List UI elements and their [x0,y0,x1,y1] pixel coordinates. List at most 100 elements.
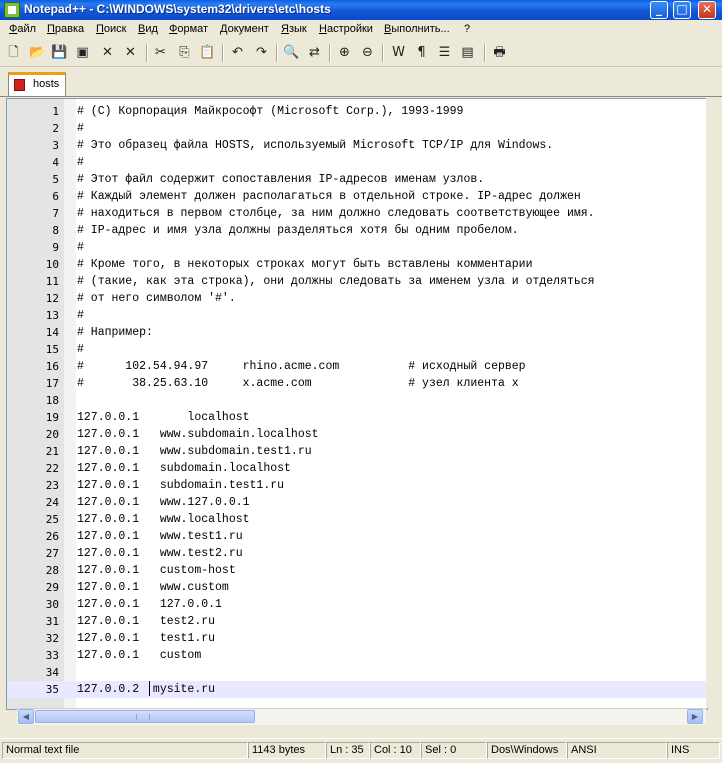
editor-line[interactable]: 12 # от него символом '#'. [7,290,707,307]
find-icon[interactable]: 🔍 [283,44,300,61]
line-text[interactable]: 127.0.0.2 mysite.ru [77,681,215,698]
print-icon[interactable]: 🖶 [491,44,508,61]
line-text[interactable]: # [77,154,84,171]
line-text[interactable]: 127.0.0.1 www.test1.ru [77,528,243,545]
replace-icon[interactable]: ⇄ [306,44,323,61]
editor-line[interactable]: 3 # Это образец файла HOSTS, используемый… [7,137,707,154]
line-text[interactable]: # Это образец файла HOSTS, используемый … [77,137,553,154]
line-text[interactable]: # [77,120,84,137]
open-file-icon[interactable]: 📂 [29,44,46,61]
editor-line[interactable]: 19 127.0.0.1 localhost [7,409,707,426]
editor-line[interactable]: 8 # IP-адрес и имя узла должны разделятьс… [7,222,707,239]
menu-view[interactable]: Вид [138,23,158,35]
horizontal-scroll-thumb[interactable] [35,710,255,723]
line-text[interactable]: 127.0.0.1 subdomain.localhost [77,460,291,477]
save-all-icon[interactable]: ▣ [74,44,91,61]
menu-format[interactable]: Формат [169,23,208,35]
line-text[interactable]: # 102.54.94.97 rhino.acme.com # исходный… [77,358,526,375]
text-editor[interactable]: 1 # (C) Корпорация Майкрософт (Microsoft … [6,98,708,710]
line-text[interactable]: # [77,307,84,324]
line-text[interactable]: # [77,239,84,256]
editor-line[interactable]: 34 [7,664,707,681]
undo-icon[interactable]: ↶ [229,44,246,61]
show-all-chars-icon[interactable]: ¶ [413,44,430,61]
editor-line[interactable]: 4 # [7,154,707,171]
new-file-icon[interactable]: 🗋 [5,44,22,61]
line-text[interactable]: # 38.25.63.10 x.acme.com # узел клиента … [77,375,519,392]
editor-line[interactable]: 25 127.0.0.1 www.localhost [7,511,707,528]
line-text[interactable]: 127.0.0.1 www.localhost [77,511,250,528]
line-text[interactable]: # находиться в первом столбце, за ним до… [77,205,595,222]
save-icon[interactable]: 💾 [51,44,68,61]
editor-line[interactable]: 23 127.0.0.1 subdomain.test1.ru [7,477,707,494]
editor-line[interactable]: 24 127.0.0.1 www.127.0.0.1 [7,494,707,511]
tab-hosts[interactable]: hosts [8,72,66,96]
close-icon[interactable]: ✕ [99,44,116,61]
editor-line[interactable]: 18 [7,392,707,409]
line-text[interactable]: 127.0.0.1 www.subdomain.localhost [77,426,319,443]
menu-document[interactable]: Документ [220,23,269,35]
editor-line[interactable]: 22 127.0.0.1 subdomain.localhost [7,460,707,477]
editor-line[interactable]: 14 # Например: [7,324,707,341]
editor-line[interactable]: 15 # [7,341,707,358]
line-text[interactable]: 127.0.0.1 test2.ru [77,613,215,630]
line-text[interactable]: 127.0.0.1 test1.ru [77,630,215,647]
editor-line[interactable]: 5 # Этот файл содержит сопоставления IP-а… [7,171,707,188]
zoom-in-icon[interactable]: ⊕ [336,44,353,61]
line-text[interactable]: 127.0.0.1 www.custom [77,579,229,596]
editor-line[interactable]: 2 # [7,120,707,137]
paste-icon[interactable]: 📋 [199,44,216,61]
maximize-button[interactable]: □ [673,1,691,19]
menu-language[interactable]: Язык [281,23,307,35]
user-language-icon[interactable]: ▤ [459,44,476,61]
editor-line[interactable]: 20 127.0.0.1 www.subdomain.localhost [7,426,707,443]
menu-help[interactable]: ? [464,23,470,35]
editor-line[interactable]: 28 127.0.0.1 custom-host [7,562,707,579]
title-bar[interactable]: Notepad++ - C:\WINDOWS\system32\drivers\… [0,0,722,20]
horizontal-scrollbar[interactable]: ◀ ▶ [17,708,706,725]
menu-file[interactable]: Файл [9,23,36,35]
editor-line[interactable]: 13 # [7,307,707,324]
word-wrap-icon[interactable]: W [390,44,407,61]
line-text[interactable]: 127.0.0.1 custom [77,647,201,664]
editor-line[interactable]: 11 # (такие, как эта строка), они должны … [7,273,707,290]
line-text[interactable]: # от него символом '#'. [77,290,236,307]
indent-guide-icon[interactable]: ☰ [436,44,453,61]
line-text[interactable]: # IP-адрес и имя узла должны разделяться… [77,222,519,239]
editor-line[interactable]: 26 127.0.0.1 www.test1.ru [7,528,707,545]
editor-line[interactable]: 21 127.0.0.1 www.subdomain.test1.ru [7,443,707,460]
scroll-left-icon[interactable]: ◀ [18,709,34,724]
zoom-out-icon[interactable]: ⊖ [359,44,376,61]
menu-run[interactable]: Выполнить... [384,23,450,35]
close-window-button[interactable]: ✕ [698,1,716,19]
line-text[interactable]: 127.0.0.1 subdomain.test1.ru [77,477,284,494]
line-text[interactable]: # (такие, как эта строка), они должны сл… [77,273,595,290]
copy-icon[interactable]: ⎘ [176,44,193,61]
line-text[interactable]: 127.0.0.1 www.test2.ru [77,545,243,562]
line-text[interactable]: 127.0.0.1 127.0.0.1 [77,596,222,613]
editor-line[interactable]: 16 # 102.54.94.97 rhino.acme.com # исходн… [7,358,707,375]
editor-line[interactable]: 7 # находиться в первом столбце, за ним д… [7,205,707,222]
editor-line[interactable]: 35 127.0.0.2 mysite.ru [7,681,707,698]
line-text[interactable]: # Этот файл содержит сопоставления IP-ад… [77,171,484,188]
minimize-button[interactable]: _ [650,1,668,19]
line-text[interactable]: 127.0.0.1 custom-host [77,562,236,579]
editor-line[interactable]: 27 127.0.0.1 www.test2.ru [7,545,707,562]
editor-line[interactable]: 17 # 38.25.63.10 x.acme.com # узел клиент… [7,375,707,392]
editor-line[interactable]: 29 127.0.0.1 www.custom [7,579,707,596]
editor-line[interactable]: 1 # (C) Корпорация Майкрософт (Microsoft … [7,103,707,120]
redo-icon[interactable]: ↷ [253,44,270,61]
line-text[interactable]: 127.0.0.1 localhost [77,409,250,426]
line-text[interactable]: 127.0.0.1 www.subdomain.test1.ru [77,443,312,460]
menu-edit[interactable]: Правка [47,23,84,35]
cut-icon[interactable]: ✂ [152,44,169,61]
editor-line[interactable]: 31 127.0.0.1 test2.ru [7,613,707,630]
editor-line[interactable]: 30 127.0.0.1 127.0.0.1 [7,596,707,613]
line-text[interactable]: 127.0.0.1 www.127.0.0.1 [77,494,250,511]
line-text[interactable]: # Каждый элемент должен располагаться в … [77,188,581,205]
scroll-right-icon[interactable]: ▶ [687,709,703,724]
editor-line[interactable]: 33 127.0.0.1 custom [7,647,707,664]
menu-settings[interactable]: Настройки [319,23,373,35]
editor-line[interactable]: 9 # [7,239,707,256]
line-text[interactable]: # (C) Корпорация Майкрософт (Microsoft C… [77,103,463,120]
